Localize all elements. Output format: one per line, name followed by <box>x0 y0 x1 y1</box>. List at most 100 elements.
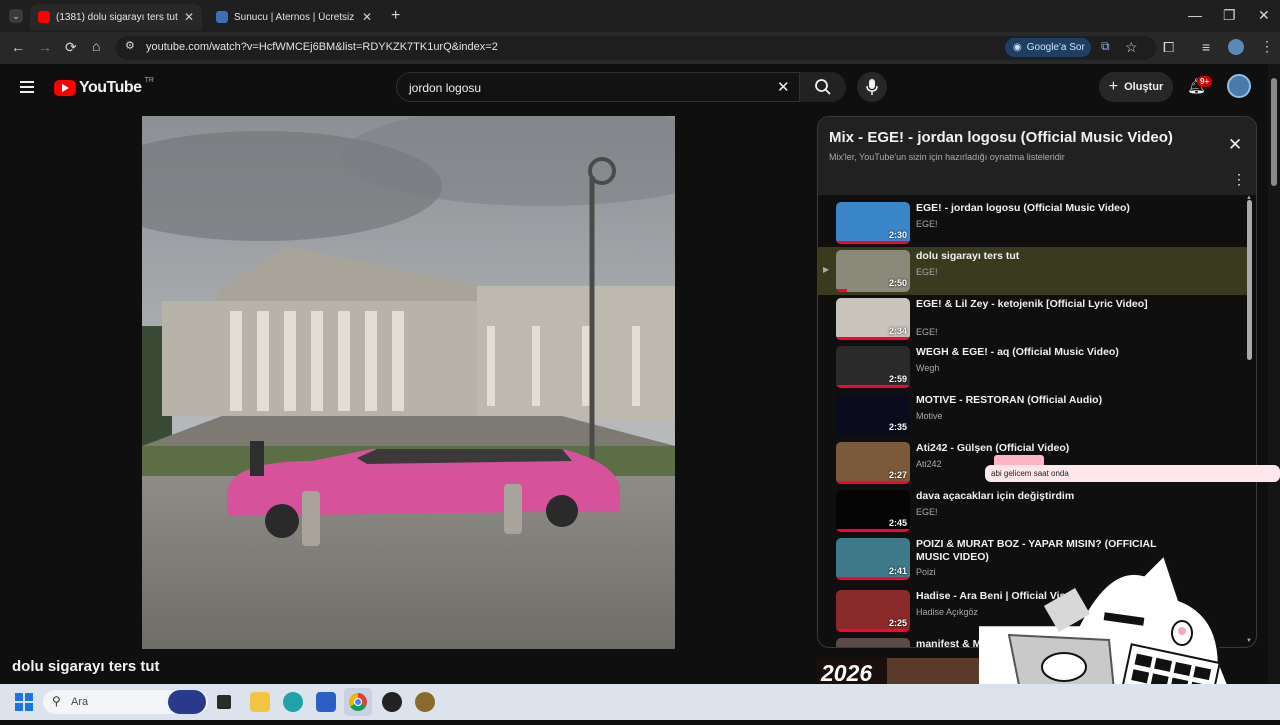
page-scrollbar-thumb[interactable] <box>1271 78 1277 186</box>
game-icon[interactable] <box>415 692 435 712</box>
clear-search-icon[interactable]: ✕ <box>777 78 790 96</box>
playlist-item[interactable]: ▶ 2:50 dolu sigarayı ters tut EGE! <box>818 247 1248 295</box>
playlist-subtitle: Mix'ler, YouTube'un sizin için hazırladı… <box>829 152 1065 162</box>
video-player[interactable] <box>142 116 675 649</box>
task-view-icon[interactable] <box>217 695 231 709</box>
video-title: dolu sigarayı ters tut <box>12 658 160 675</box>
youtube-logo-text: YouTube <box>79 79 142 96</box>
playlist-item-channel: Hadise Açıkgöz <box>916 607 979 617</box>
back-icon[interactable]: ← <box>11 40 25 54</box>
watch-progress-bar <box>836 385 910 388</box>
playlist-title[interactable]: Mix - EGE! - jordan logosu (Official Mus… <box>829 129 1173 146</box>
playlist-item-channel: EGE! <box>916 267 938 277</box>
playlist-item-duration: 2:35 <box>888 422 907 432</box>
extensions-icon[interactable]: ⧠ <box>1163 40 1174 54</box>
page-scrollbar[interactable] <box>1268 64 1280 684</box>
chat-overlay: abi gelicem saat onda <box>985 465 1280 482</box>
playlist-item-thumbnail[interactable]: 2:34 <box>836 298 910 340</box>
search-highlight-icon[interactable] <box>168 690 206 714</box>
close-playlist-icon[interactable]: ✕ <box>1228 135 1242 155</box>
playlist-item-title[interactable]: EGE! & Lil Zey - ketojenik [Official Lyr… <box>916 298 1191 311</box>
playlist-scroll-down-icon[interactable]: ▼ <box>1246 638 1252 644</box>
windows-start-icon[interactable] <box>15 693 33 711</box>
playlist-item[interactable]: 2:34 EGE! & Lil Zey - ketojenik [Official… <box>818 295 1248 343</box>
youtube-logo[interactable]: YouTube TR <box>54 77 154 97</box>
minimize-icon[interactable]: — <box>1188 8 1202 22</box>
playlist-item-duration: 2:59 <box>888 374 907 384</box>
media-control-icon[interactable]: ≡ <box>1202 40 1210 54</box>
url-text: youtube.com/watch?v=HcfWMCEj6BM&list=RDY… <box>146 41 498 53</box>
playlist-item-title[interactable]: dava açacakları için değiştirdim <box>916 490 1191 503</box>
voice-search-button[interactable] <box>857 72 887 102</box>
edge-icon[interactable] <box>283 692 303 712</box>
playlist-item-thumbnail[interactable]: 2:41 <box>836 538 910 580</box>
reload-icon[interactable]: ⟳ <box>65 40 77 54</box>
banner-text: 2026 <box>821 660 873 686</box>
profile-avatar[interactable] <box>1228 39 1244 55</box>
playlist-item-title[interactable]: dolu sigarayı ters tut <box>916 250 1191 263</box>
video-frame-image <box>142 116 675 649</box>
playlist-item-thumbnail[interactable]: 2:50 <box>836 250 910 292</box>
home-icon[interactable]: ⌂ <box>92 39 100 53</box>
search-input[interactable]: jordon logosu ✕ <box>396 72 800 102</box>
playlist-item-thumbnail[interactable]: 2:45 <box>836 490 910 532</box>
cast-icon[interactable]: ⧉ <box>1101 40 1110 52</box>
bookmark-star-icon[interactable]: ☆ <box>1125 40 1138 54</box>
playlist-item-duration: 2:45 <box>888 518 907 528</box>
account-avatar[interactable] <box>1227 74 1251 98</box>
maximize-icon[interactable]: ❐ <box>1223 8 1236 22</box>
forward-icon[interactable]: → <box>38 40 52 54</box>
playlist-item-channel: Poizi <box>916 567 936 577</box>
playlist-item[interactable]: 2:35 MOTIVE - RESTORAN (Official Audio) Mo… <box>818 391 1248 439</box>
microphone-icon <box>866 79 878 95</box>
app-icon[interactable] <box>382 692 402 712</box>
watch-progress-bar <box>836 337 910 340</box>
create-button[interactable]: + Oluştur <box>1099 72 1173 102</box>
close-window-icon[interactable]: ✕ <box>1258 8 1270 22</box>
google-sor-label: Google'a Sor <box>1026 42 1085 53</box>
playlist-item-title[interactable]: EGE! - jordan logosu (Official Music Vid… <box>916 202 1191 215</box>
playlist-item-thumbnail[interactable]: 2:25 <box>836 590 910 632</box>
playlist-item-thumbnail[interactable]: 2:30 <box>836 202 910 244</box>
chrome-menu-icon[interactable]: ⋮ <box>1260 39 1274 53</box>
new-tab-icon[interactable]: + <box>391 8 400 24</box>
google-sor-button[interactable]: ◉ Google'a Sor <box>1005 38 1091 57</box>
search-input-value: jordon logosu <box>409 81 482 95</box>
watch-progress-bar <box>836 529 910 532</box>
playlist-item-duration: 2:30 <box>888 230 907 240</box>
playlist-item[interactable]: 2:59 WEGH & EGE! - aq (Official Music Vid… <box>818 343 1248 391</box>
playlist-item[interactable]: 2:30 EGE! - jordan logosu (Official Music… <box>818 199 1248 247</box>
more-options-icon[interactable]: ⋮ <box>1232 171 1246 188</box>
playlist-scrollbar[interactable] <box>1247 200 1252 360</box>
playlist-item-thumbnail[interactable]: 2:59 <box>836 346 910 388</box>
close-tab-icon[interactable]: ✕ <box>362 10 372 24</box>
playlist-item-thumbnail[interactable] <box>836 638 910 647</box>
close-tab-icon[interactable]: ✕ <box>184 10 194 24</box>
playlist-scroll-up-icon[interactable]: ▲ <box>1246 195 1252 201</box>
search-button[interactable] <box>800 72 846 102</box>
tab-search-icon[interactable]: ⌄ <box>9 9 23 23</box>
taskbar-search-placeholder: Ara <box>71 696 89 708</box>
tab-youtube[interactable]: (1381) dolu sigarayı ters tut - Yo ✕ <box>30 4 202 30</box>
playlist-item-title[interactable]: WEGH & EGE! - aq (Official Music Video) <box>916 346 1191 359</box>
file-explorer-icon[interactable] <box>250 692 270 712</box>
playlist-item-channel: Wegh <box>916 363 940 373</box>
playlist-item-duration: 2:34 <box>888 326 907 336</box>
chrome-taskbar-icon[interactable] <box>344 688 372 716</box>
playlist-item-channel: Ati242 <box>916 459 942 469</box>
watch-progress-bar <box>836 289 848 292</box>
youtube-play-icon <box>54 80 76 96</box>
playlist-item-thumbnail[interactable]: 2:27 <box>836 442 910 484</box>
tab-aternos[interactable]: Sunucu | Aternos | Ücretsiz Min ✕ <box>208 4 380 30</box>
menu-icon[interactable] <box>20 78 34 96</box>
search-icon <box>815 79 831 95</box>
tab-title: (1381) dolu sigarayı ters tut - Yo <box>56 11 178 23</box>
store-icon[interactable] <box>316 692 336 712</box>
playlist-item-channel: EGE! <box>916 327 938 337</box>
playlist-item-title[interactable]: Ati242 - Gülşen (Official Video) <box>916 442 1191 455</box>
playlist-item-title[interactable]: MOTIVE - RESTORAN (Official Audio) <box>916 394 1191 407</box>
playlist-item[interactable]: 2:45 dava açacakları için değiştirdim EGE! <box>818 487 1248 535</box>
playlist-item-thumbnail[interactable]: 2:35 <box>836 394 910 436</box>
site-settings-icon[interactable]: ⚙ <box>125 41 135 52</box>
taskbar-search-icon: ⚲ <box>52 694 61 708</box>
